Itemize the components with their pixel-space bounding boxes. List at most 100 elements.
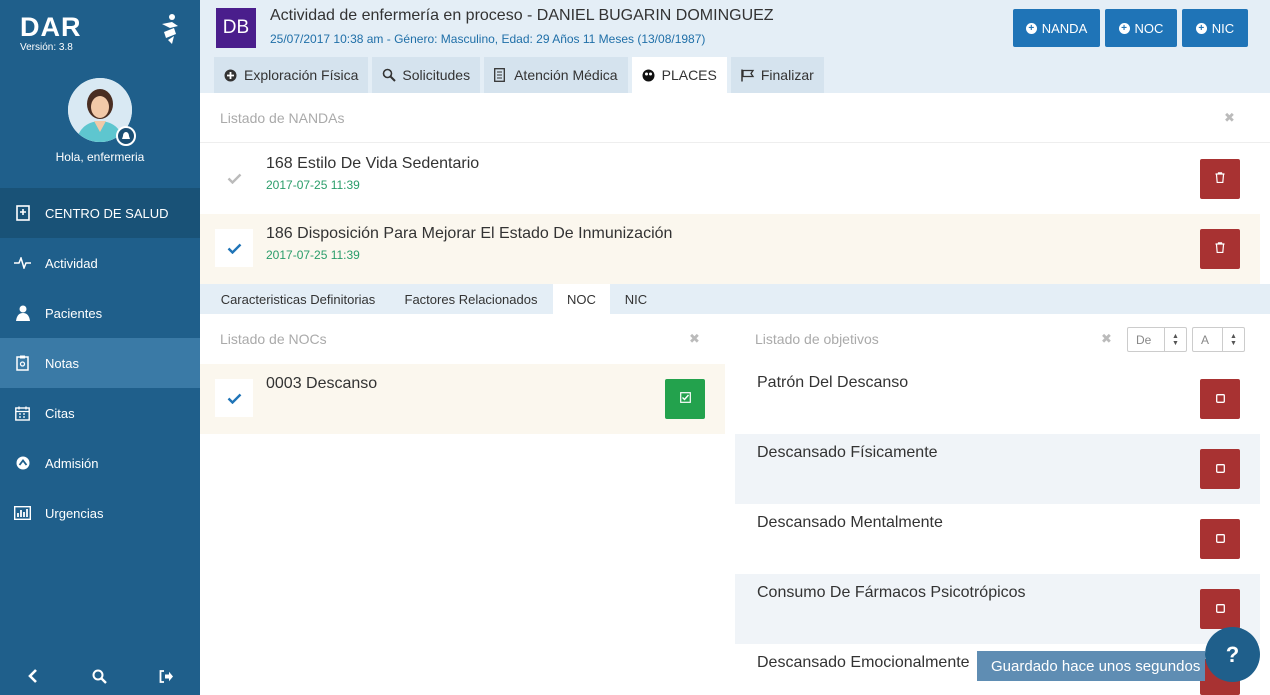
sidebar-item-notas[interactable]: Notas bbox=[0, 338, 200, 388]
tab-solicitudes[interactable]: Solicitudes bbox=[372, 57, 481, 93]
user-icon bbox=[14, 305, 31, 322]
objective-title: Descansado Mentalmente bbox=[757, 514, 943, 531]
nanda-date: 2017-07-25 11:39 bbox=[266, 248, 360, 262]
calendar-icon bbox=[14, 405, 31, 422]
list-item[interactable]: 168 Estilo De Vida Sedentario 2017-07-25… bbox=[200, 144, 1260, 214]
search-icon[interactable] bbox=[89, 665, 111, 687]
delete-nanda-button[interactable] bbox=[1200, 229, 1240, 269]
clinic-icon bbox=[14, 205, 31, 222]
objective-toggle-button[interactable] bbox=[1200, 589, 1240, 629]
places-icon bbox=[642, 68, 656, 82]
list-item[interactable]: Descansado Mentalmente bbox=[735, 504, 1260, 574]
brand-name: DAR bbox=[20, 12, 82, 42]
bar-chart-icon bbox=[14, 505, 31, 522]
logout-icon[interactable] bbox=[156, 665, 178, 687]
nanda-title: 186 Disposición Para Mejorar El Estado D… bbox=[266, 225, 673, 242]
noc-search[interactable]: Listado de NOCs ✖ bbox=[200, 314, 725, 364]
tab-nic[interactable]: NIC bbox=[612, 284, 660, 314]
heartbeat-icon bbox=[14, 255, 31, 272]
tab-places[interactable]: PLACES bbox=[631, 57, 727, 93]
list-item[interactable]: 0003 Descanso bbox=[200, 364, 725, 434]
tab-factores-relacionados[interactable]: Factores Relacionados bbox=[396, 284, 546, 314]
to-select[interactable]: A ▲ ▼ bbox=[1192, 327, 1245, 352]
check-icon[interactable] bbox=[215, 159, 253, 197]
clear-search-icon[interactable]: ✖ bbox=[1224, 110, 1235, 126]
noc-search-placeholder: Listado de NOCs bbox=[220, 331, 327, 347]
sidebar-item-centro-de-salud[interactable]: CENTRO DE SALUD bbox=[0, 188, 200, 238]
help-button[interactable]: ? bbox=[1205, 627, 1260, 682]
sidebar-nav: CENTRO DE SALUD Actividad Pacientes Nota… bbox=[0, 188, 200, 538]
objective-title: Descansado Físicamente bbox=[757, 444, 938, 461]
objective-title: Consumo De Fármacos Psicotrópicos bbox=[757, 584, 1026, 601]
add-nanda-button[interactable]: + NANDA bbox=[1013, 9, 1100, 47]
clear-noc-search-icon[interactable]: ✖ bbox=[689, 331, 700, 347]
sidebar-item-actividad[interactable]: Actividad bbox=[0, 238, 200, 288]
objective-title: Descansado Emocionalmente bbox=[757, 654, 970, 671]
tab-label: Solicitudes bbox=[402, 67, 471, 83]
objective-toggle-button[interactable] bbox=[1200, 519, 1240, 559]
save-status-toast: Guardado hace unos segundos bbox=[977, 651, 1205, 681]
sidebar-item-label: Notas bbox=[45, 355, 79, 371]
to-select-value: A bbox=[1201, 332, 1210, 347]
objective-toggle-button[interactable] bbox=[1200, 449, 1240, 489]
list-item[interactable]: Consumo De Fármacos Psicotrópicos bbox=[735, 574, 1260, 644]
sidebar-item-citas[interactable]: Citas bbox=[0, 388, 200, 438]
sidebar-item-label: Actividad bbox=[45, 255, 98, 271]
patient-initials-badge: DB bbox=[216, 8, 256, 48]
from-select-value: De bbox=[1136, 332, 1152, 347]
flag-icon bbox=[741, 68, 755, 82]
add-noc-button[interactable]: + NOC bbox=[1105, 9, 1177, 47]
main-tabs: Exploración Física Solicitudes Atención … bbox=[214, 57, 828, 93]
objective-toggle-button[interactable] bbox=[1200, 379, 1240, 419]
sidebar-item-pacientes[interactable]: Pacientes bbox=[0, 288, 200, 338]
from-select[interactable]: De ▲ ▼ bbox=[1127, 327, 1187, 352]
tab-caracteristicas-definitorias[interactable]: Caracteristicas Definitorias bbox=[210, 284, 386, 314]
delete-nanda-button[interactable] bbox=[1200, 159, 1240, 199]
nanda-subtabs: Caracteristicas Definitorias Factores Re… bbox=[200, 284, 1270, 314]
check-icon[interactable] bbox=[215, 229, 253, 267]
list-item[interactable]: Patrón Del Descanso bbox=[735, 364, 1260, 434]
trash-icon bbox=[1215, 170, 1225, 188]
tab-atencion-medica[interactable]: Atención Médica bbox=[484, 57, 628, 93]
clipboard-icon bbox=[14, 355, 31, 372]
sidebar-item-label: Citas bbox=[45, 405, 75, 421]
objectives-search[interactable]: Listado de objetivos ✖ De ▲ ▼ A ▲ ▼ bbox=[735, 314, 1270, 364]
medical-circle-icon bbox=[224, 68, 238, 82]
noc-title: 0003 Descanso bbox=[266, 375, 378, 392]
tab-label: Atención Médica bbox=[514, 67, 618, 83]
chevron-left-icon[interactable] bbox=[22, 665, 44, 687]
brand-version: Versión: 3.8 bbox=[20, 42, 73, 53]
sidebar: DAR Versión: 3.8 Hola, enfermeria CENTRO… bbox=[0, 0, 200, 695]
add-nic-button[interactable]: + NIC bbox=[1182, 9, 1248, 47]
sidebar-item-urgencias[interactable]: Urgencias bbox=[0, 488, 200, 538]
page-title: Actividad de enfermería en proceso - DAN… bbox=[270, 7, 774, 24]
list-item[interactable]: 186 Disposición Para Mejorar El Estado D… bbox=[200, 214, 1260, 284]
sidebar-item-admision[interactable]: Admisión bbox=[0, 438, 200, 488]
sidebar-item-label: Admisión bbox=[45, 455, 99, 471]
button-label: NANDA bbox=[1041, 20, 1088, 36]
nanda-date: 2017-07-25 11:39 bbox=[266, 178, 360, 192]
list-item[interactable]: Descansado Físicamente bbox=[735, 434, 1260, 504]
tab-finalizar[interactable]: Finalizar bbox=[730, 57, 824, 93]
nanda-title: 168 Estilo De Vida Sedentario bbox=[266, 155, 480, 172]
notification-bell-icon[interactable] bbox=[116, 126, 136, 146]
search-doc-icon bbox=[382, 68, 397, 82]
nanda-search[interactable]: Listado de NANDAs ✖ bbox=[200, 93, 1270, 143]
nanda-search-placeholder: Listado de NANDAs bbox=[220, 110, 345, 126]
plus-circle-icon: + bbox=[1195, 22, 1207, 34]
square-icon bbox=[1215, 460, 1225, 478]
tab-label: Exploración Física bbox=[244, 67, 359, 83]
clear-objectives-search-icon[interactable]: ✖ bbox=[1101, 331, 1112, 347]
brand[interactable]: DAR Versión: 3.8 bbox=[20, 12, 82, 54]
button-label: NOC bbox=[1134, 20, 1164, 36]
check-icon[interactable] bbox=[215, 379, 253, 417]
sidebar-item-label: Pacientes bbox=[45, 305, 103, 321]
tab-noc[interactable]: NOC bbox=[553, 284, 610, 314]
tab-exploracion-fisica[interactable]: Exploración Física bbox=[214, 57, 369, 93]
button-label: NIC bbox=[1211, 20, 1235, 36]
select-noc-button[interactable] bbox=[665, 379, 705, 419]
plus-circle-icon: + bbox=[1118, 22, 1130, 34]
square-icon bbox=[1215, 390, 1225, 408]
tab-label: Finalizar bbox=[760, 67, 814, 83]
objective-title: Patrón Del Descanso bbox=[757, 374, 909, 391]
